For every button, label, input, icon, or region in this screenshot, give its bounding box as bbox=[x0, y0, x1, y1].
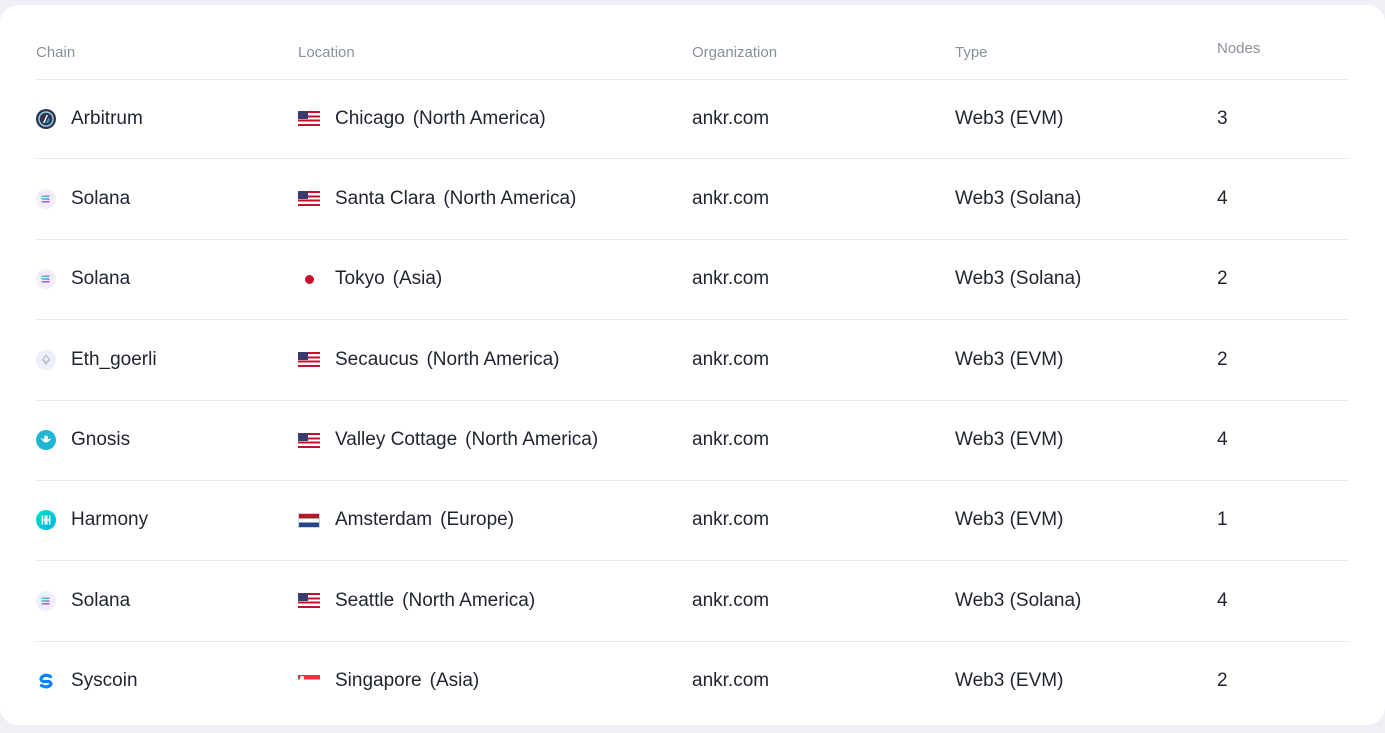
column-header-location[interactable]: Location bbox=[298, 44, 355, 61]
location-cell: Singapore (Asia) bbox=[298, 642, 479, 721]
organization-cell: ankr.com bbox=[692, 107, 770, 129]
location-city: Valley Cottage bbox=[335, 429, 458, 451]
type-cell: Web3 (EVM) bbox=[955, 429, 1064, 451]
nodes-cell: 1 bbox=[1217, 509, 1228, 531]
location-cell: Secaucus (North America) bbox=[298, 320, 559, 399]
location-city: Secaucus bbox=[335, 348, 419, 370]
location-cell: Santa Clara (North America) bbox=[298, 159, 576, 238]
nl-flag-icon bbox=[298, 512, 320, 528]
chain-cell: Eth_goerli bbox=[36, 320, 157, 399]
type-cell: Web3 (Solana) bbox=[955, 589, 1082, 611]
chain-cell: Gnosis bbox=[36, 401, 130, 480]
organization-cell: ankr.com bbox=[692, 268, 770, 290]
nodes-cell: 2 bbox=[1217, 670, 1228, 692]
us-flag-icon bbox=[298, 111, 320, 126]
type-cell: Web3 (EVM) bbox=[955, 348, 1064, 370]
column-header-organization[interactable]: Organization bbox=[692, 44, 777, 61]
location-city: Tokyo bbox=[335, 268, 385, 290]
location-region: (North America) bbox=[443, 187, 577, 209]
chain-cell: Arbitrum bbox=[36, 79, 143, 158]
nodes-cell: 2 bbox=[1217, 268, 1228, 290]
us-flag-icon bbox=[298, 352, 320, 368]
location-cell: Chicago (North America) bbox=[298, 79, 546, 158]
chain-name: Solana bbox=[71, 268, 131, 290]
location-city: Singapore bbox=[335, 670, 422, 692]
solana-icon bbox=[36, 590, 56, 611]
chain-cell: Solana bbox=[36, 159, 130, 238]
chain-name: Harmony bbox=[71, 509, 149, 531]
chain-cell: Solana bbox=[36, 240, 130, 319]
chain-cell: Solana bbox=[36, 561, 130, 640]
location-cell: Valley Cottage (North America) bbox=[298, 401, 598, 480]
ethereum-icon bbox=[36, 349, 56, 370]
table-row[interactable]: Eth_goerli Secaucus (North America) ankr.co… bbox=[36, 320, 1348, 401]
nodes-cell: 2 bbox=[1217, 348, 1228, 370]
arbitrum-icon bbox=[36, 108, 56, 129]
location-city: Chicago bbox=[335, 107, 405, 129]
type-cell: Web3 (EVM) bbox=[955, 107, 1064, 129]
nodes-cell: 3 bbox=[1217, 107, 1228, 129]
type-cell: Web3 (Solana) bbox=[955, 268, 1082, 290]
column-header-type[interactable]: Type bbox=[955, 44, 988, 61]
nodes-cell: 4 bbox=[1217, 429, 1228, 451]
table-row[interactable]: Solana Tokyo (Asia) ankr.com Web3 (Solana) 2 bbox=[36, 240, 1348, 321]
table-row[interactable]: Harmony Amsterdam (Europe) ankr.com Web3 (EV… bbox=[36, 481, 1348, 562]
location-city: Santa Clara bbox=[335, 187, 436, 209]
chain-name: Gnosis bbox=[71, 429, 131, 451]
chain-cell: Syscoin bbox=[36, 642, 138, 721]
nodes-cell: 4 bbox=[1217, 187, 1228, 209]
syscoin-icon bbox=[36, 671, 56, 691]
chain-name: Syscoin bbox=[71, 670, 138, 692]
table-row[interactable]: Solana Seattle (North America) ankr.com Web3… bbox=[36, 561, 1348, 642]
chain-cell: Harmony bbox=[36, 481, 148, 560]
table-header: Chain Location Organization Type Nodes bbox=[36, 5, 1348, 80]
organization-cell: ankr.com bbox=[692, 348, 770, 370]
organization-cell: ankr.com bbox=[692, 589, 770, 611]
chain-name: Solana bbox=[71, 187, 131, 209]
jp-flag-icon bbox=[298, 272, 320, 287]
organization-cell: ankr.com bbox=[692, 187, 770, 209]
location-region: (North America) bbox=[402, 589, 536, 611]
nodes-table-card: Chain Location Organization Type Nodes A… bbox=[0, 5, 1385, 725]
location-region: (Asia) bbox=[392, 268, 443, 290]
organization-cell: ankr.com bbox=[692, 429, 770, 451]
location-region: (Asia) bbox=[429, 670, 480, 692]
location-region: (North America) bbox=[465, 429, 599, 451]
type-cell: Web3 (Solana) bbox=[955, 187, 1082, 209]
type-cell: Web3 (EVM) bbox=[955, 509, 1064, 531]
location-city: Seattle bbox=[335, 589, 395, 611]
location-region: (Europe) bbox=[440, 509, 515, 531]
location-cell: Tokyo (Asia) bbox=[298, 240, 442, 319]
location-cell: Seattle (North America) bbox=[298, 561, 535, 640]
chain-name: Arbitrum bbox=[71, 107, 143, 129]
location-region: (North America) bbox=[412, 107, 546, 129]
nodes-cell: 4 bbox=[1217, 589, 1228, 611]
organization-cell: ankr.com bbox=[692, 509, 770, 531]
us-flag-icon bbox=[298, 432, 320, 448]
location-city: Amsterdam bbox=[335, 509, 433, 531]
chain-name: Eth_goerli bbox=[71, 348, 157, 370]
solana-icon bbox=[36, 188, 56, 209]
table-row[interactable]: Solana Santa Clara (North America) ankr.com… bbox=[36, 159, 1348, 240]
location-cell: Amsterdam (Europe) bbox=[298, 481, 514, 560]
us-flag-icon bbox=[298, 593, 320, 609]
solana-icon bbox=[36, 269, 56, 290]
table-row[interactable]: Syscoin Singapore (Asia) ankr.com Web3 (EVM)… bbox=[36, 642, 1348, 721]
harmony-icon bbox=[36, 510, 56, 531]
column-header-chain[interactable]: Chain bbox=[36, 44, 75, 61]
location-region: (North America) bbox=[426, 348, 560, 370]
type-cell: Web3 (EVM) bbox=[955, 670, 1064, 692]
table-body: Arbitrum Chicago (North America) ankr.com We… bbox=[36, 79, 1348, 721]
column-header-nodes[interactable]: Nodes bbox=[1217, 40, 1260, 57]
organization-cell: ankr.com bbox=[692, 670, 770, 692]
us-flag-icon bbox=[298, 191, 320, 207]
table-row[interactable]: Gnosis Valley Cottage (North America) ankr.… bbox=[36, 401, 1348, 481]
gnosis-icon bbox=[36, 430, 56, 451]
chain-name: Solana bbox=[71, 589, 131, 611]
table-row[interactable]: Arbitrum Chicago (North America) ankr.com We… bbox=[36, 79, 1348, 160]
sg-flag-icon bbox=[298, 674, 320, 684]
